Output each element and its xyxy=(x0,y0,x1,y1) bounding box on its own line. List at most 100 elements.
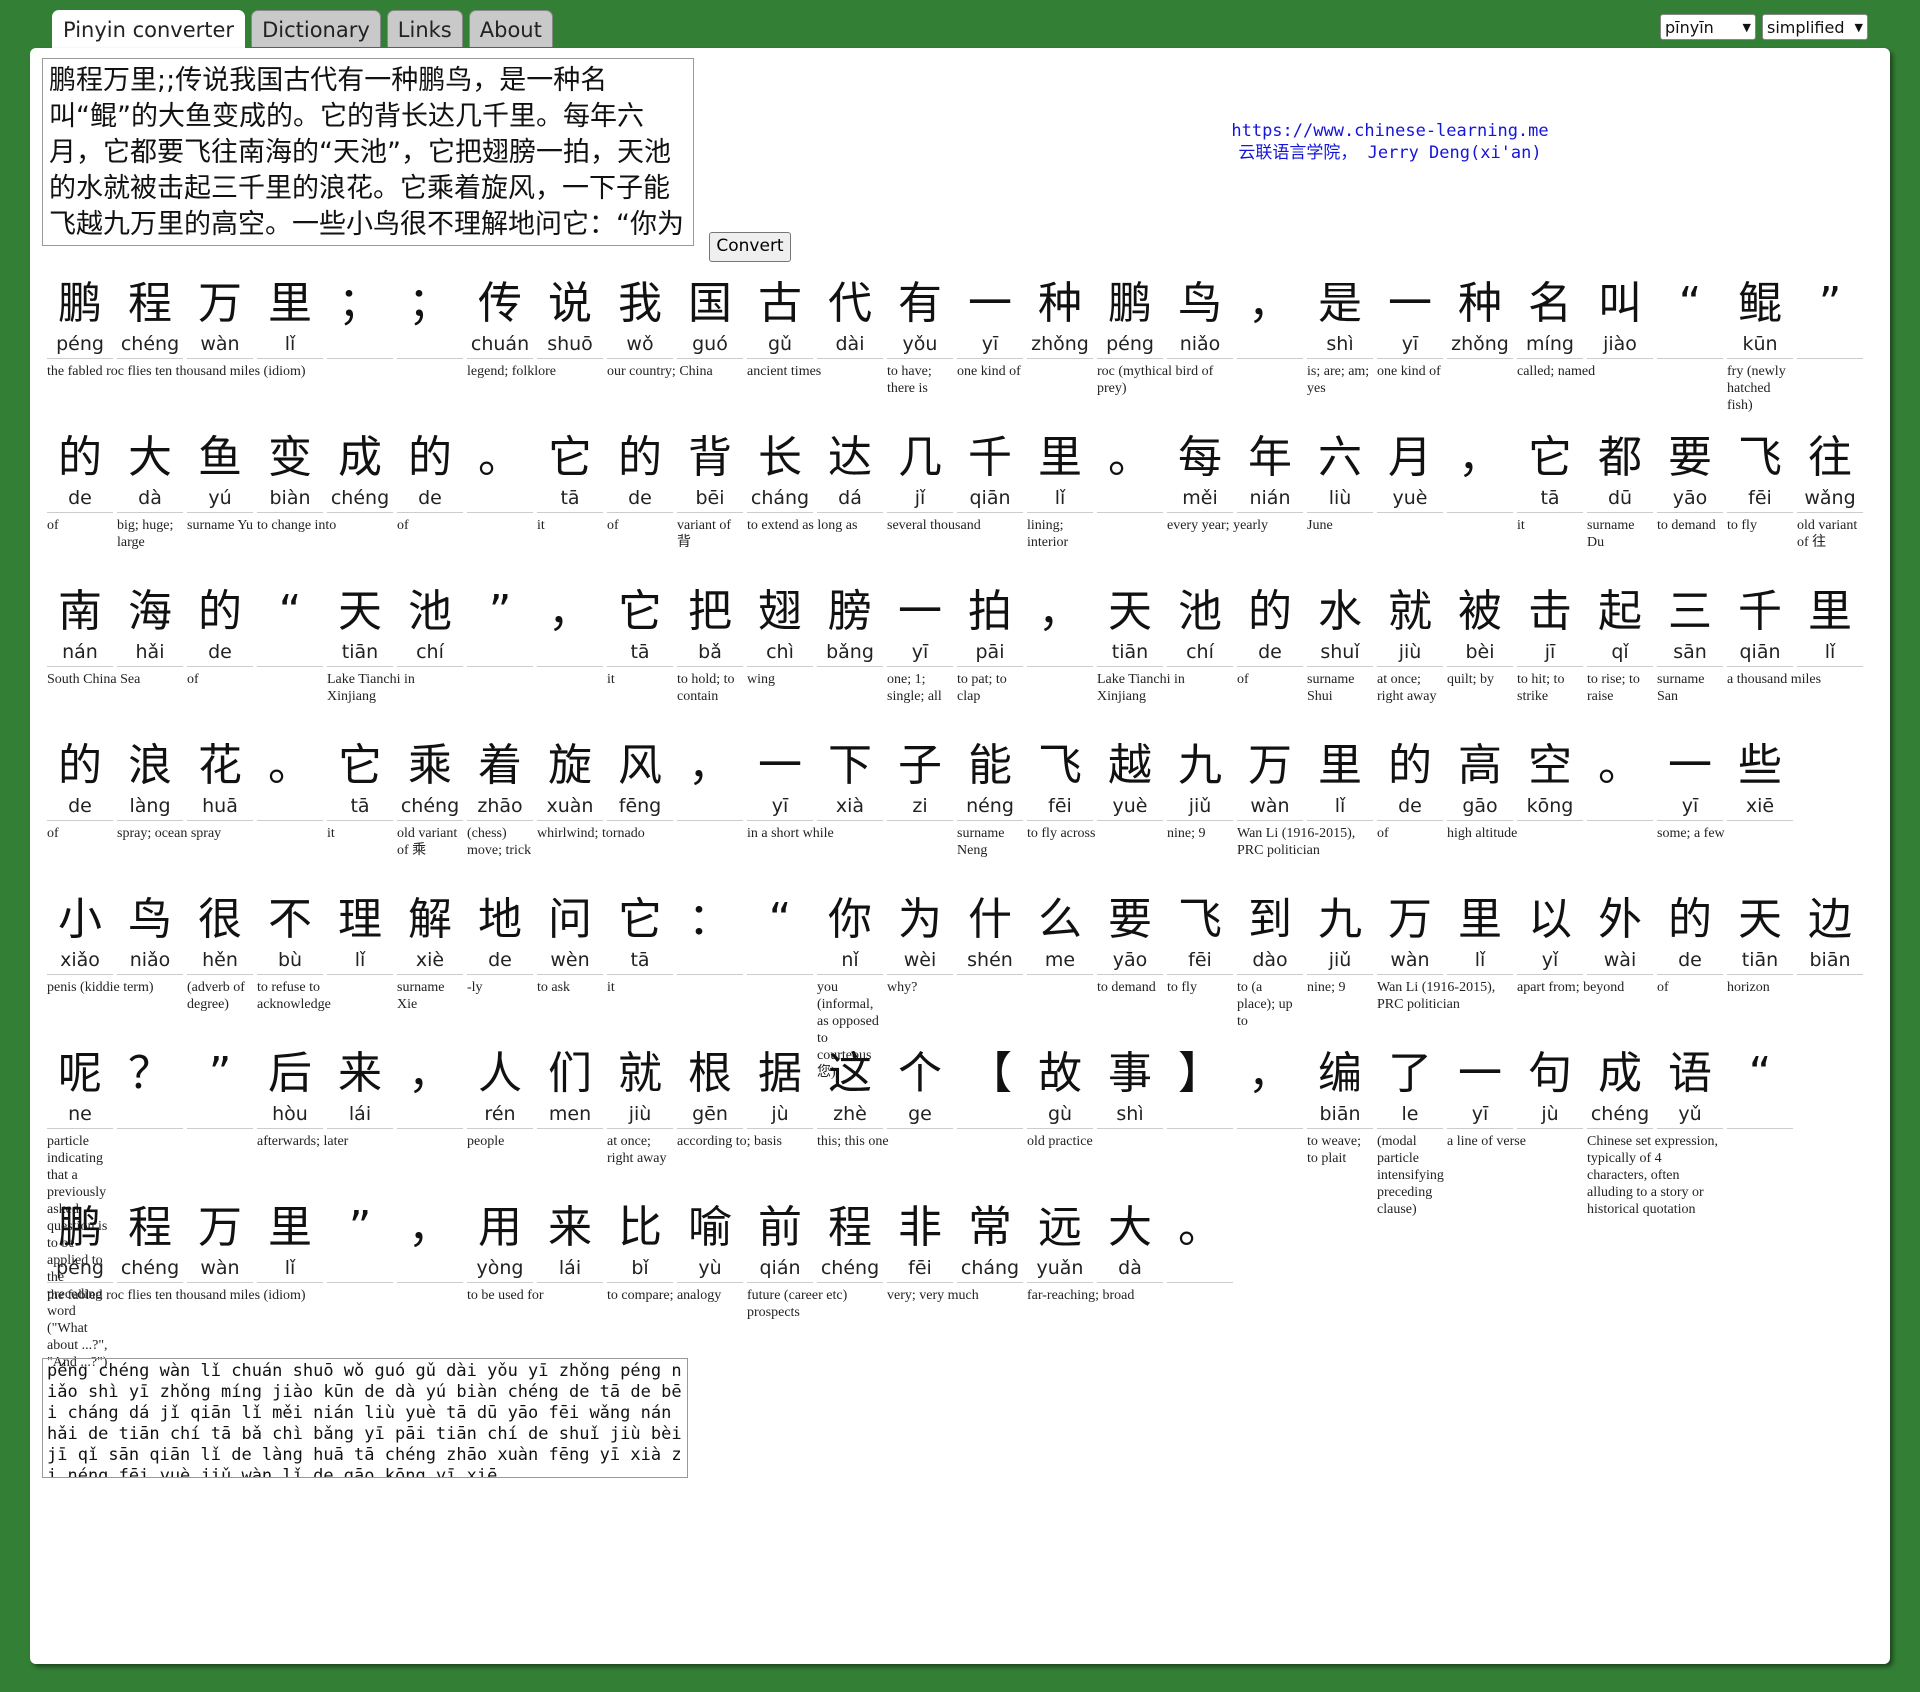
char-cell[interactable]: “ xyxy=(255,582,325,667)
char-cell[interactable]: 成 chéng xyxy=(1585,1044,1655,1129)
char-cell[interactable]: 程 chéng xyxy=(115,274,185,359)
char-cell[interactable]: 地 de xyxy=(465,890,535,975)
char-cell[interactable]: ” xyxy=(325,1198,395,1283)
char-cell[interactable]: 要 yāo xyxy=(1655,428,1725,513)
char-cell[interactable]: 达 dá xyxy=(815,428,885,513)
char-cell[interactable]: 前 qián xyxy=(745,1198,815,1283)
char-cell[interactable]: 大 dà xyxy=(115,428,185,513)
char-cell[interactable]: 南 nán xyxy=(45,582,115,667)
char-cell[interactable]: 不 bù xyxy=(255,890,325,975)
chinese-input-textarea[interactable]: 鹏程万里;;传说我国古代有一种鹏鸟，是一种名叫“鲲”的大鱼变成的。它的背长达几千… xyxy=(42,58,694,246)
char-cell[interactable]: ” xyxy=(465,582,535,667)
char-cell[interactable]: ， xyxy=(1235,274,1305,359)
char-cell[interactable]: 叫 jiào xyxy=(1585,274,1655,359)
char-cell[interactable]: 万 wàn xyxy=(185,1198,255,1283)
char-cell[interactable]: 击 jī xyxy=(1515,582,1585,667)
char-cell[interactable]: 下 xià xyxy=(815,736,885,821)
char-cell[interactable]: 名 míng xyxy=(1515,274,1585,359)
char-cell[interactable]: 它 tā xyxy=(325,736,395,821)
char-cell[interactable]: 程 chéng xyxy=(815,1198,885,1283)
char-cell[interactable]: “ xyxy=(745,890,815,975)
char-cell[interactable]: 九 jiǔ xyxy=(1305,890,1375,975)
char-cell[interactable]: 什 shén xyxy=(955,890,1025,975)
char-cell[interactable]: 边 biān xyxy=(1795,890,1865,975)
char-cell[interactable]: 背 bēi xyxy=(675,428,745,513)
char-cell[interactable]: 的 de xyxy=(45,736,115,821)
char-cell[interactable]: 鹏 péng xyxy=(1095,274,1165,359)
char-cell[interactable]: 事 shì xyxy=(1095,1044,1165,1129)
char-cell[interactable]: 就 jiù xyxy=(605,1044,675,1129)
char-cell[interactable]: 年 nián xyxy=(1235,428,1305,513)
script-select[interactable]: simplified ▼ xyxy=(1762,14,1868,40)
char-cell[interactable]: 非 fēi xyxy=(885,1198,955,1283)
char-cell[interactable]: 一 yī xyxy=(745,736,815,821)
char-cell[interactable]: 据 jù xyxy=(745,1044,815,1129)
char-cell[interactable]: 的 de xyxy=(395,428,465,513)
char-cell[interactable]: 飞 fēi xyxy=(1725,428,1795,513)
char-cell[interactable]: 就 jiù xyxy=(1375,582,1445,667)
char-cell[interactable]: 来 lái xyxy=(535,1198,605,1283)
char-cell[interactable]: 天 tiān xyxy=(1725,890,1795,975)
char-cell[interactable]: ， xyxy=(1445,428,1515,513)
tone-mode-select[interactable]: pīnyīn ▼ xyxy=(1660,14,1756,40)
char-cell[interactable]: 起 qǐ xyxy=(1585,582,1655,667)
char-cell[interactable]: 膀 bǎng xyxy=(815,582,885,667)
char-cell[interactable]: 鲲 kūn xyxy=(1725,274,1795,359)
char-cell[interactable]: ” xyxy=(185,1044,255,1129)
char-cell[interactable]: 空 kōng xyxy=(1515,736,1585,821)
char-cell[interactable]: 万 wàn xyxy=(185,274,255,359)
char-cell[interactable]: 比 bǐ xyxy=(605,1198,675,1283)
char-cell[interactable]: 一 yī xyxy=(1445,1044,1515,1129)
tab-about[interactable]: About xyxy=(468,10,553,47)
char-cell[interactable]: 它 tā xyxy=(605,890,675,975)
char-cell[interactable]: 里 lǐ xyxy=(1795,582,1865,667)
char-cell[interactable]: 呢 ne xyxy=(45,1044,115,1129)
char-cell[interactable]: 常 cháng xyxy=(955,1198,1025,1283)
char-cell[interactable]: 成 chéng xyxy=(325,428,395,513)
char-cell[interactable]: 池 chí xyxy=(395,582,465,667)
char-cell[interactable]: 一 yī xyxy=(1375,274,1445,359)
char-cell[interactable]: 根 gēn xyxy=(675,1044,745,1129)
char-cell[interactable]: 。 xyxy=(465,428,535,513)
char-cell[interactable]: 把 bǎ xyxy=(675,582,745,667)
char-cell[interactable]: 它 tā xyxy=(1515,428,1585,513)
char-cell[interactable]: 句 jù xyxy=(1515,1044,1585,1129)
char-cell[interactable]: 个 ge xyxy=(885,1044,955,1129)
char-cell[interactable]: 六 liù xyxy=(1305,428,1375,513)
char-cell[interactable]: 说 shuō xyxy=(535,274,605,359)
char-cell[interactable]: 远 yuǎn xyxy=(1025,1198,1095,1283)
char-cell[interactable]: 长 cháng xyxy=(745,428,815,513)
char-cell[interactable]: 乘 chéng xyxy=(395,736,465,821)
char-cell[interactable]: 小 xiǎo xyxy=(45,890,115,975)
char-cell[interactable]: “ xyxy=(1655,274,1725,359)
char-cell[interactable]: 的 de xyxy=(1235,582,1305,667)
char-cell[interactable]: 能 néng xyxy=(955,736,1025,821)
char-cell[interactable]: 喻 yù xyxy=(675,1198,745,1283)
char-cell[interactable]: 几 jǐ xyxy=(885,428,955,513)
char-cell[interactable]: 要 yāo xyxy=(1095,890,1165,975)
char-cell[interactable]: 你 nǐ xyxy=(815,890,885,975)
char-cell[interactable]: 里 lǐ xyxy=(1025,428,1095,513)
char-cell[interactable]: 外 wài xyxy=(1585,890,1655,975)
char-cell[interactable]: 。 xyxy=(255,736,325,821)
char-cell[interactable]: 我 wǒ xyxy=(605,274,675,359)
char-cell[interactable]: 一 yī xyxy=(885,582,955,667)
char-cell[interactable]: 来 lái xyxy=(325,1044,395,1129)
char-cell[interactable]: 月 yuè xyxy=(1375,428,1445,513)
char-cell[interactable]: 有 yǒu xyxy=(885,274,955,359)
char-cell[interactable]: 用 yòng xyxy=(465,1198,535,1283)
char-cell[interactable]: 是 shì xyxy=(1305,274,1375,359)
char-cell[interactable]: 池 chí xyxy=(1165,582,1235,667)
char-cell[interactable]: 们 men xyxy=(535,1044,605,1129)
char-cell[interactable]: 为 wèi xyxy=(885,890,955,975)
char-cell[interactable]: 着 zhāo xyxy=(465,736,535,821)
char-cell[interactable]: 翅 chì xyxy=(745,582,815,667)
char-cell[interactable]: 鹏 péng xyxy=(45,274,115,359)
char-cell[interactable]: 风 fēng xyxy=(605,736,675,821)
char-cell[interactable]: 越 yuè xyxy=(1095,736,1165,821)
char-cell[interactable]: 语 yǔ xyxy=(1655,1044,1725,1129)
char-cell[interactable]: 九 jiǔ xyxy=(1165,736,1235,821)
char-cell[interactable]: 代 dài xyxy=(815,274,885,359)
char-cell[interactable]: 后 hòu xyxy=(255,1044,325,1129)
char-cell[interactable]: 千 qiān xyxy=(1725,582,1795,667)
